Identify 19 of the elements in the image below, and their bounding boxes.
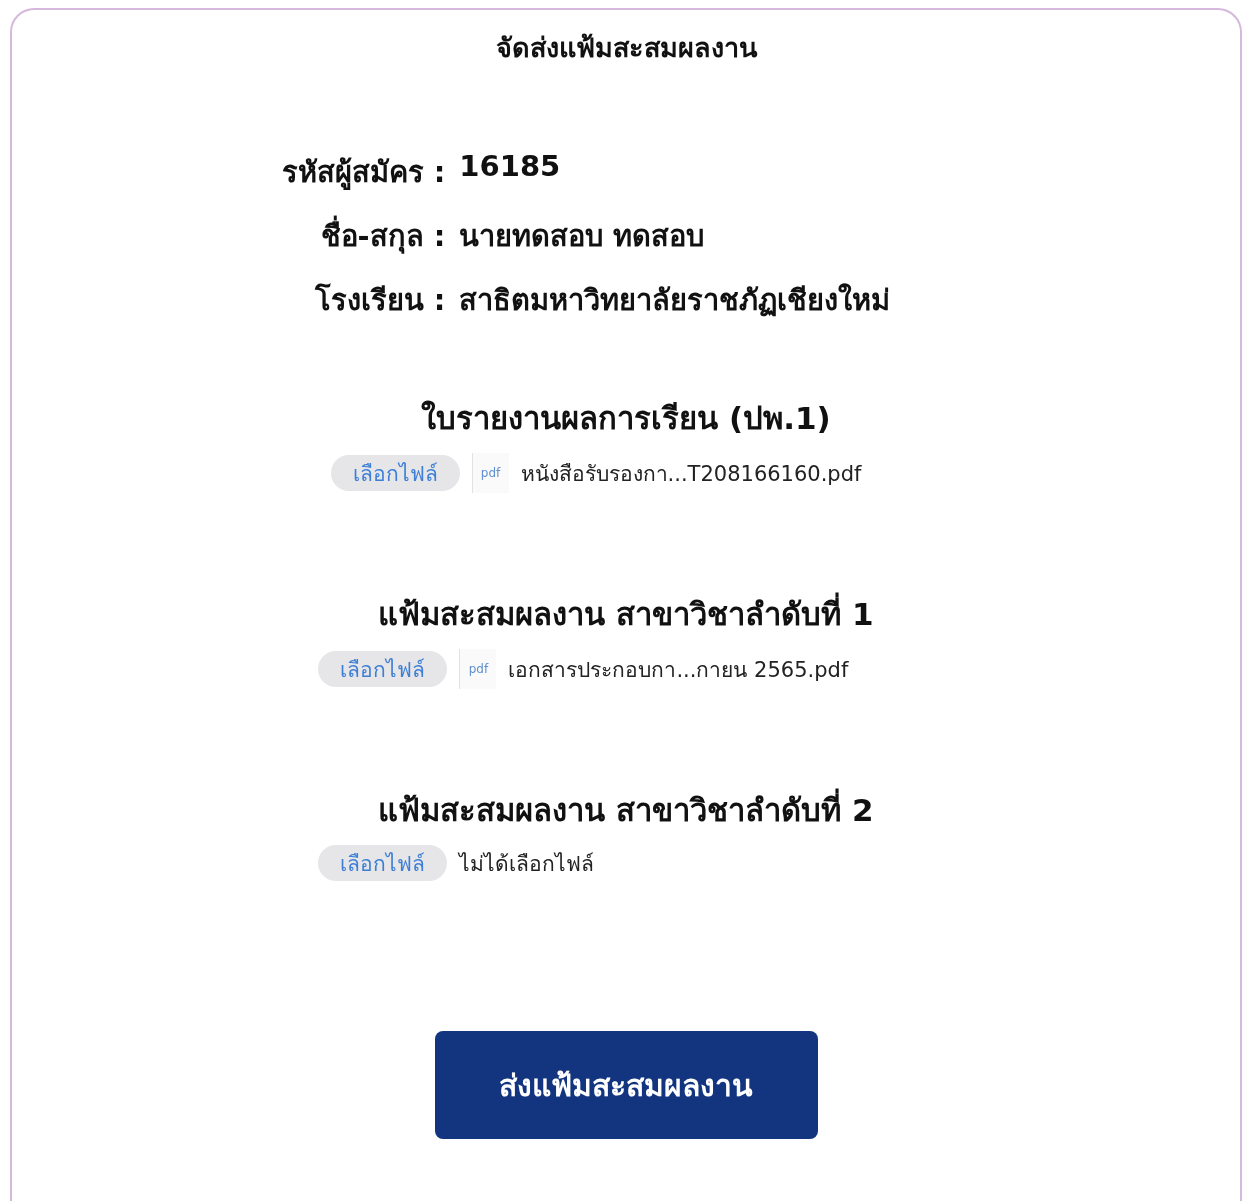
pdf-file-icon: pdf xyxy=(459,649,497,689)
section-heading: แฟ้มสะสมผลงาน สาขาวิชาลำดับที่ 1 xyxy=(378,589,874,639)
choose-file-button[interactable]: เลือกไฟล์ xyxy=(318,845,448,881)
choose-file-button[interactable]: เลือกไฟล์ xyxy=(330,455,460,491)
field-value: 16185 xyxy=(459,149,562,185)
file-name: หนังสือรับรองกา...T208166160.pdf xyxy=(520,460,862,488)
section-heading: แฟ้มสะสมผลงาน สาขาวิชาลำดับที่ 2 xyxy=(378,785,874,835)
field-label: รหัสผู้สมัคร : xyxy=(281,154,446,192)
field-value: สาธิตมหาวิทยาลัยราชภัฏเชียงใหม่ xyxy=(459,282,891,319)
page-title: จัดส่งแฟ้มสะสมผลงาน xyxy=(495,31,757,65)
no-file-text: ไม่ได้เลือกไฟล์ xyxy=(459,850,595,878)
field-label: โรงเรียน : xyxy=(313,282,446,319)
file-name: เอกสารประกอบกา...กายน 2565.pdf xyxy=(508,656,849,684)
choose-file-button[interactable]: เลือกไฟล์ xyxy=(318,651,448,687)
field-label: ชื่อ-สกุล : xyxy=(281,213,446,259)
submit-button[interactable]: ส่งแฟ้มสะสมผลงาน xyxy=(434,1031,818,1139)
section-heading: ใบรายงานผลการเรียน (ปพ.1) xyxy=(421,399,831,438)
field-value: นายทดสอบ ทดสอบ xyxy=(459,218,706,255)
pdf-file-icon: pdf xyxy=(471,453,509,493)
